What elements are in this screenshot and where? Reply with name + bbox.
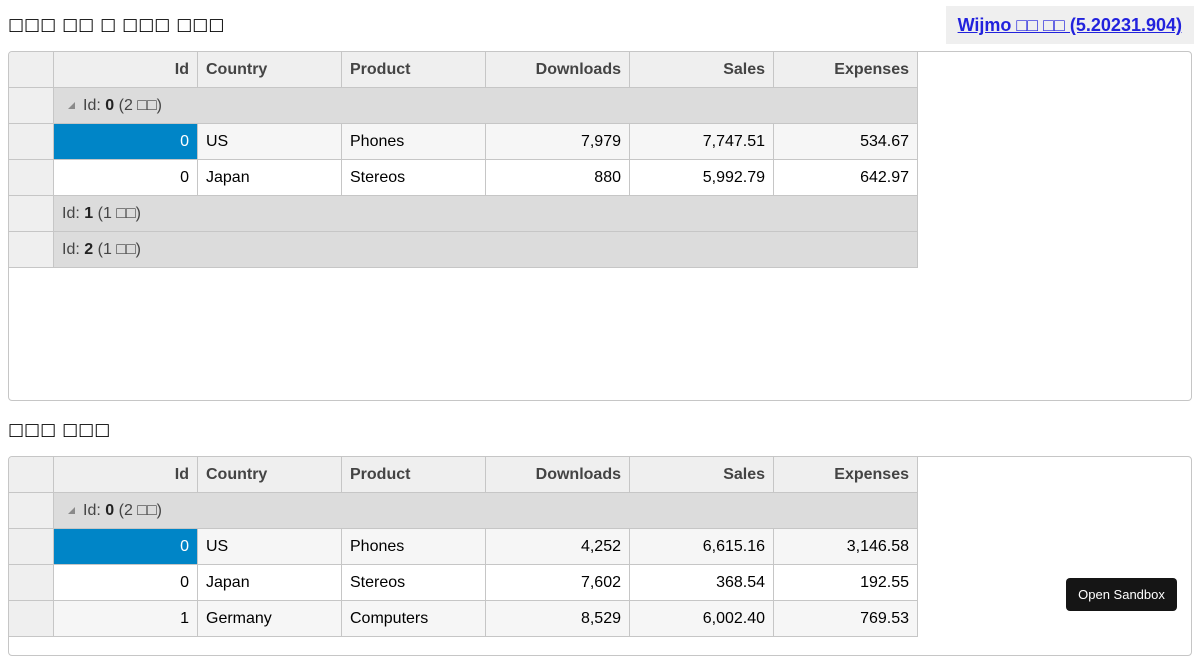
cell-product[interactable]: Phones (342, 124, 486, 160)
column-header-id[interactable]: Id (54, 457, 198, 493)
grid-bottom-heading: □□□ □□□ (8, 420, 111, 440)
column-header-sales[interactable]: Sales (630, 457, 774, 493)
column-header-expenses[interactable]: Expenses (774, 52, 918, 88)
cell-product[interactable]: Computers (342, 601, 486, 637)
grid-top-heading: □□□ □□ □ □□□ □□□ (8, 15, 225, 35)
group-count: (2 □□) (118, 97, 162, 114)
row-header-cell[interactable] (9, 493, 54, 529)
cell-product[interactable]: Stereos (342, 160, 486, 196)
table-row[interactable]: 0 US Phones 7,979 7,747.51 534.67 (9, 124, 1191, 160)
flexgrid-top[interactable]: Id Country Product Downloads Sales Expen… (8, 51, 1192, 401)
cell-sales[interactable]: 5,992.79 (630, 160, 774, 196)
group-key: 0 (105, 97, 115, 114)
row-header-cell[interactable] (9, 196, 54, 232)
cell-sales[interactable]: 7,747.51 (630, 124, 774, 160)
collapse-triangle-icon[interactable] (68, 507, 75, 514)
cell-sales[interactable]: 368.54 (630, 565, 774, 601)
table-row[interactable]: 0 Japan Stereos 7,602 368.54 192.55 (9, 565, 1191, 601)
group-row[interactable]: Id: 1 (1 □□) (9, 196, 1191, 232)
group-header-cell[interactable]: Id: 0 (2 □□) (54, 88, 918, 124)
group-header-cell[interactable]: Id: 2 (1 □□) (54, 232, 918, 268)
column-header-country[interactable]: Country (198, 457, 342, 493)
cell-country[interactable]: Japan (198, 160, 342, 196)
group-label: Id: (83, 502, 101, 519)
cell-expenses[interactable]: 192.55 (774, 565, 918, 601)
row-header-cell[interactable] (9, 601, 54, 637)
table-row[interactable]: 0 US Phones 4,252 6,615.16 3,146.58 (9, 529, 1191, 565)
group-label: Id: (83, 97, 101, 114)
row-header-cell[interactable] (9, 88, 54, 124)
table-row[interactable]: 1 Germany Computers 8,529 6,002.40 769.5… (9, 601, 1191, 637)
group-key: 0 (105, 502, 115, 519)
column-header-id[interactable]: Id (54, 52, 198, 88)
group-key: 1 (84, 205, 94, 222)
group-row[interactable]: Id: 2 (1 □□) (9, 232, 1191, 268)
column-header-row: Id Country Product Downloads Sales Expen… (9, 457, 1191, 493)
cell-sales[interactable]: 6,615.16 (630, 529, 774, 565)
cell-country[interactable]: Japan (198, 565, 342, 601)
column-header-product[interactable]: Product (342, 52, 486, 88)
row-header-cell[interactable] (9, 565, 54, 601)
row-header-cell[interactable] (9, 160, 54, 196)
open-sandbox-button[interactable]: Open Sandbox (1066, 578, 1177, 611)
collapse-triangle-icon[interactable] (68, 102, 75, 109)
row-header-cell[interactable] (9, 529, 54, 565)
top-left-header-cell (9, 457, 54, 493)
group-row[interactable]: Id: 0 (2 □□) (9, 493, 1191, 529)
cell-expenses[interactable]: 642.97 (774, 160, 918, 196)
column-header-product[interactable]: Product (342, 457, 486, 493)
group-label: Id: (62, 241, 80, 258)
group-count: (2 □□) (118, 502, 162, 519)
column-header-downloads[interactable]: Downloads (486, 457, 630, 493)
cell-id[interactable]: 0 (54, 160, 198, 196)
cell-product[interactable]: Phones (342, 529, 486, 565)
table-row[interactable]: 0 Japan Stereos 880 5,992.79 642.97 (9, 160, 1191, 196)
cell-country[interactable]: US (198, 529, 342, 565)
cell-id[interactable]: 1 (54, 601, 198, 637)
row-header-cell[interactable] (9, 124, 54, 160)
group-header-cell[interactable]: Id: 1 (1 □□) (54, 196, 918, 232)
column-header-expenses[interactable]: Expenses (774, 457, 918, 493)
group-label: Id: (62, 205, 80, 222)
column-header-downloads[interactable]: Downloads (486, 52, 630, 88)
cell-downloads[interactable]: 7,602 (486, 565, 630, 601)
column-header-country[interactable]: Country (198, 52, 342, 88)
group-header-cell[interactable]: Id: 0 (2 □□) (54, 493, 918, 529)
group-row[interactable]: Id: 0 (2 □□) (9, 88, 1191, 124)
column-header-row: Id Country Product Downloads Sales Expen… (9, 52, 1191, 88)
cell-downloads[interactable]: 880 (486, 160, 630, 196)
cell-expenses[interactable]: 769.53 (774, 601, 918, 637)
cell-country[interactable]: US (198, 124, 342, 160)
cell-id-selected[interactable]: 0 (54, 124, 198, 160)
cell-expenses[interactable]: 534.67 (774, 124, 918, 160)
cell-sales[interactable]: 6,002.40 (630, 601, 774, 637)
cell-downloads[interactable]: 8,529 (486, 601, 630, 637)
cell-downloads[interactable]: 4,252 (486, 529, 630, 565)
flexgrid-bottom[interactable]: Id Country Product Downloads Sales Expen… (8, 456, 1192, 656)
group-count: (1 □□) (97, 241, 141, 258)
cell-id-selected[interactable]: 0 (54, 529, 198, 565)
top-left-header-cell (9, 52, 54, 88)
column-header-sales[interactable]: Sales (630, 52, 774, 88)
row-header-cell[interactable] (9, 232, 54, 268)
cell-downloads[interactable]: 7,979 (486, 124, 630, 160)
wijmo-version-link[interactable]: Wijmo □□ □□ (5.20231.904) (945, 6, 1194, 44)
cell-country[interactable]: Germany (198, 601, 342, 637)
cell-product[interactable]: Stereos (342, 565, 486, 601)
group-count: (1 □□) (97, 205, 141, 222)
cell-id[interactable]: 0 (54, 565, 198, 601)
group-key: 2 (84, 241, 94, 258)
cell-expenses[interactable]: 3,146.58 (774, 529, 918, 565)
